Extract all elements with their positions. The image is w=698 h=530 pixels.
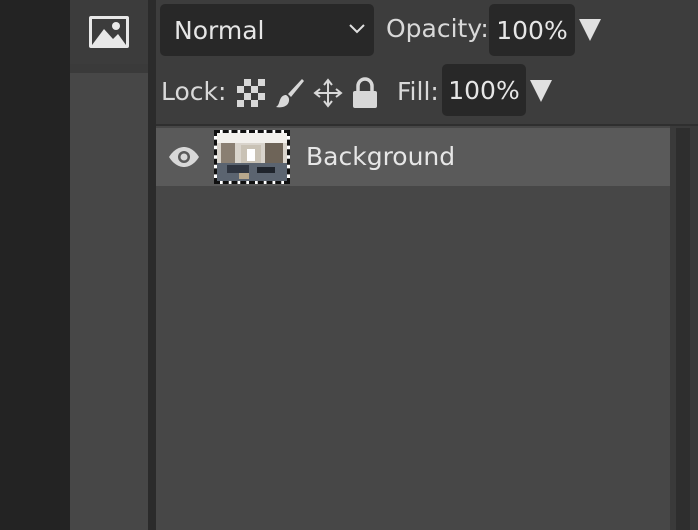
layers-panel: Normal Opacity: 100% Lock: Fill: 100% Ba… xyxy=(156,0,698,530)
lock-label: Lock: xyxy=(161,77,227,106)
layer-name[interactable]: Background xyxy=(306,142,455,171)
blend-opacity-row: Normal Opacity: 100% xyxy=(156,0,698,60)
column-divider xyxy=(148,0,156,530)
blend-mode-select[interactable]: Normal xyxy=(160,4,374,56)
room-photo-thumbnail-image xyxy=(217,133,287,181)
fill-dropdown-arrow-icon[interactable] xyxy=(530,80,552,102)
opacity-dropdown-arrow-icon[interactable] xyxy=(579,19,601,41)
scrollbar-track[interactable] xyxy=(676,128,690,530)
brush-icon xyxy=(276,79,304,108)
fill-input[interactable]: 100% xyxy=(442,64,526,116)
lock-transparency-button[interactable] xyxy=(236,78,266,108)
opacity-label: Opacity: xyxy=(386,14,489,43)
lock-position-button[interactable] xyxy=(312,77,344,109)
checkerboard-transparency-icon xyxy=(237,79,265,107)
chevron-down-icon xyxy=(349,24,365,34)
layers-list: Background xyxy=(156,124,670,530)
lock-all-button[interactable] xyxy=(350,76,380,110)
image-tool-button[interactable] xyxy=(70,0,148,64)
photo-editor-window: Normal Opacity: 100% Lock: Fill: 100% Ba… xyxy=(0,0,698,530)
opacity-input[interactable]: 100% xyxy=(489,4,575,56)
eye-visibility-icon[interactable] xyxy=(168,146,200,168)
padlock-icon xyxy=(353,77,377,108)
tool-separator xyxy=(70,64,148,73)
fill-label: Fill: xyxy=(397,77,439,106)
left-edge-strip xyxy=(0,0,70,530)
layers-scrollbar[interactable] xyxy=(670,124,698,530)
lock-pixels-button[interactable] xyxy=(274,76,306,110)
layer-row[interactable]: Background xyxy=(156,128,670,186)
blend-mode-value: Normal xyxy=(174,15,265,45)
image-icon xyxy=(89,16,129,48)
layer-thumbnail xyxy=(214,130,290,184)
move-arrows-icon xyxy=(313,78,343,108)
tool-column xyxy=(70,0,148,530)
